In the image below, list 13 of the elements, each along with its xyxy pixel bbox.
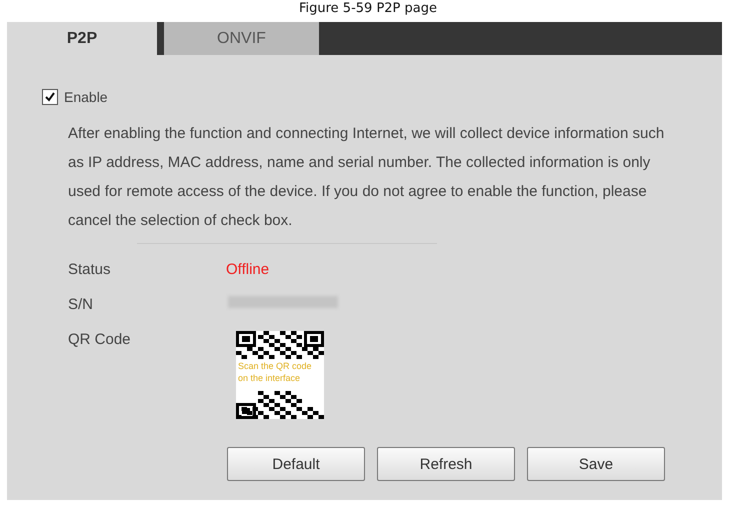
tab[interactable]: ONVIF [164,22,319,55]
enable-checkbox[interactable] [42,89,58,105]
action-button[interactable]: Save [527,447,665,481]
action-button[interactable]: Refresh [377,447,515,481]
notice-text: After enabling the function and connecting Internet, we will collect device information such as IP address, MAC address, name and serial number. The collected information is only used for remote access of the device. If you do not agree to enable the function, please cancel the selection of check box. [68,124,666,231]
field-label: S/N [68,296,94,313]
figure-caption: Figure 5-59 P2P page [298,0,438,18]
action-button[interactable]: Default [227,447,365,481]
status-value: Offline [226,261,270,278]
tab[interactable]: P2P [7,22,157,55]
field-label: Status [68,261,112,278]
field-label: QR Code [68,331,132,350]
checkbox-label: Enable [64,89,108,105]
